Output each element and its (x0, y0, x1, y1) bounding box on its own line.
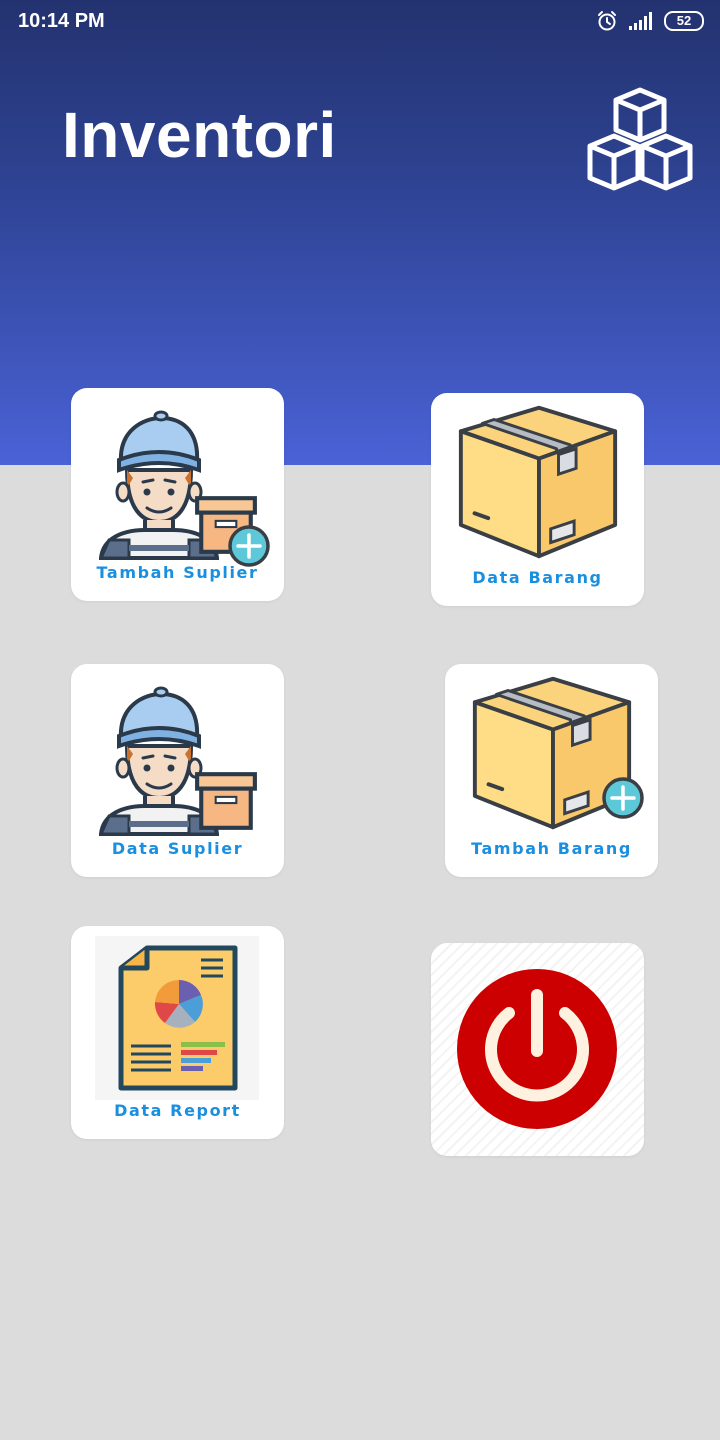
box-add-icon (472, 676, 644, 830)
data-barang-button[interactable]: Data Barang (431, 393, 644, 606)
status-icons: 52 (596, 8, 704, 34)
signal-icon (629, 12, 652, 30)
data-report-button[interactable]: Data Report (71, 926, 284, 1139)
power-icon (457, 969, 617, 1129)
data-barang-label: Data Barang (472, 568, 603, 587)
tambah-barang-label: Tambah Barang (471, 839, 632, 858)
data-report-label: Data Report (114, 1101, 241, 1120)
alarm-icon (598, 11, 616, 31)
status-time: 10:14 PM (18, 10, 105, 32)
data-suplier-label: Data Suplier (111, 839, 244, 858)
data-suplier-button[interactable]: Data Suplier (71, 664, 284, 877)
power-button[interactable] (431, 943, 644, 1156)
report-icon (95, 936, 259, 1100)
tambah-suplier-label: Tambah Suplier (96, 563, 259, 582)
supplier-icon (71, 664, 284, 844)
supplier-add-icon (71, 388, 270, 567)
battery-indicator: 52 (664, 11, 704, 31)
tambah-suplier-button[interactable]: Tambah Suplier (71, 388, 284, 601)
app-title: Inventori (62, 99, 337, 171)
box-icon (458, 405, 618, 559)
boxes-icon (587, 87, 693, 191)
status-bar: 10:14 PM 52 (0, 0, 720, 42)
tambah-barang-button[interactable]: Tambah Barang (445, 664, 658, 877)
